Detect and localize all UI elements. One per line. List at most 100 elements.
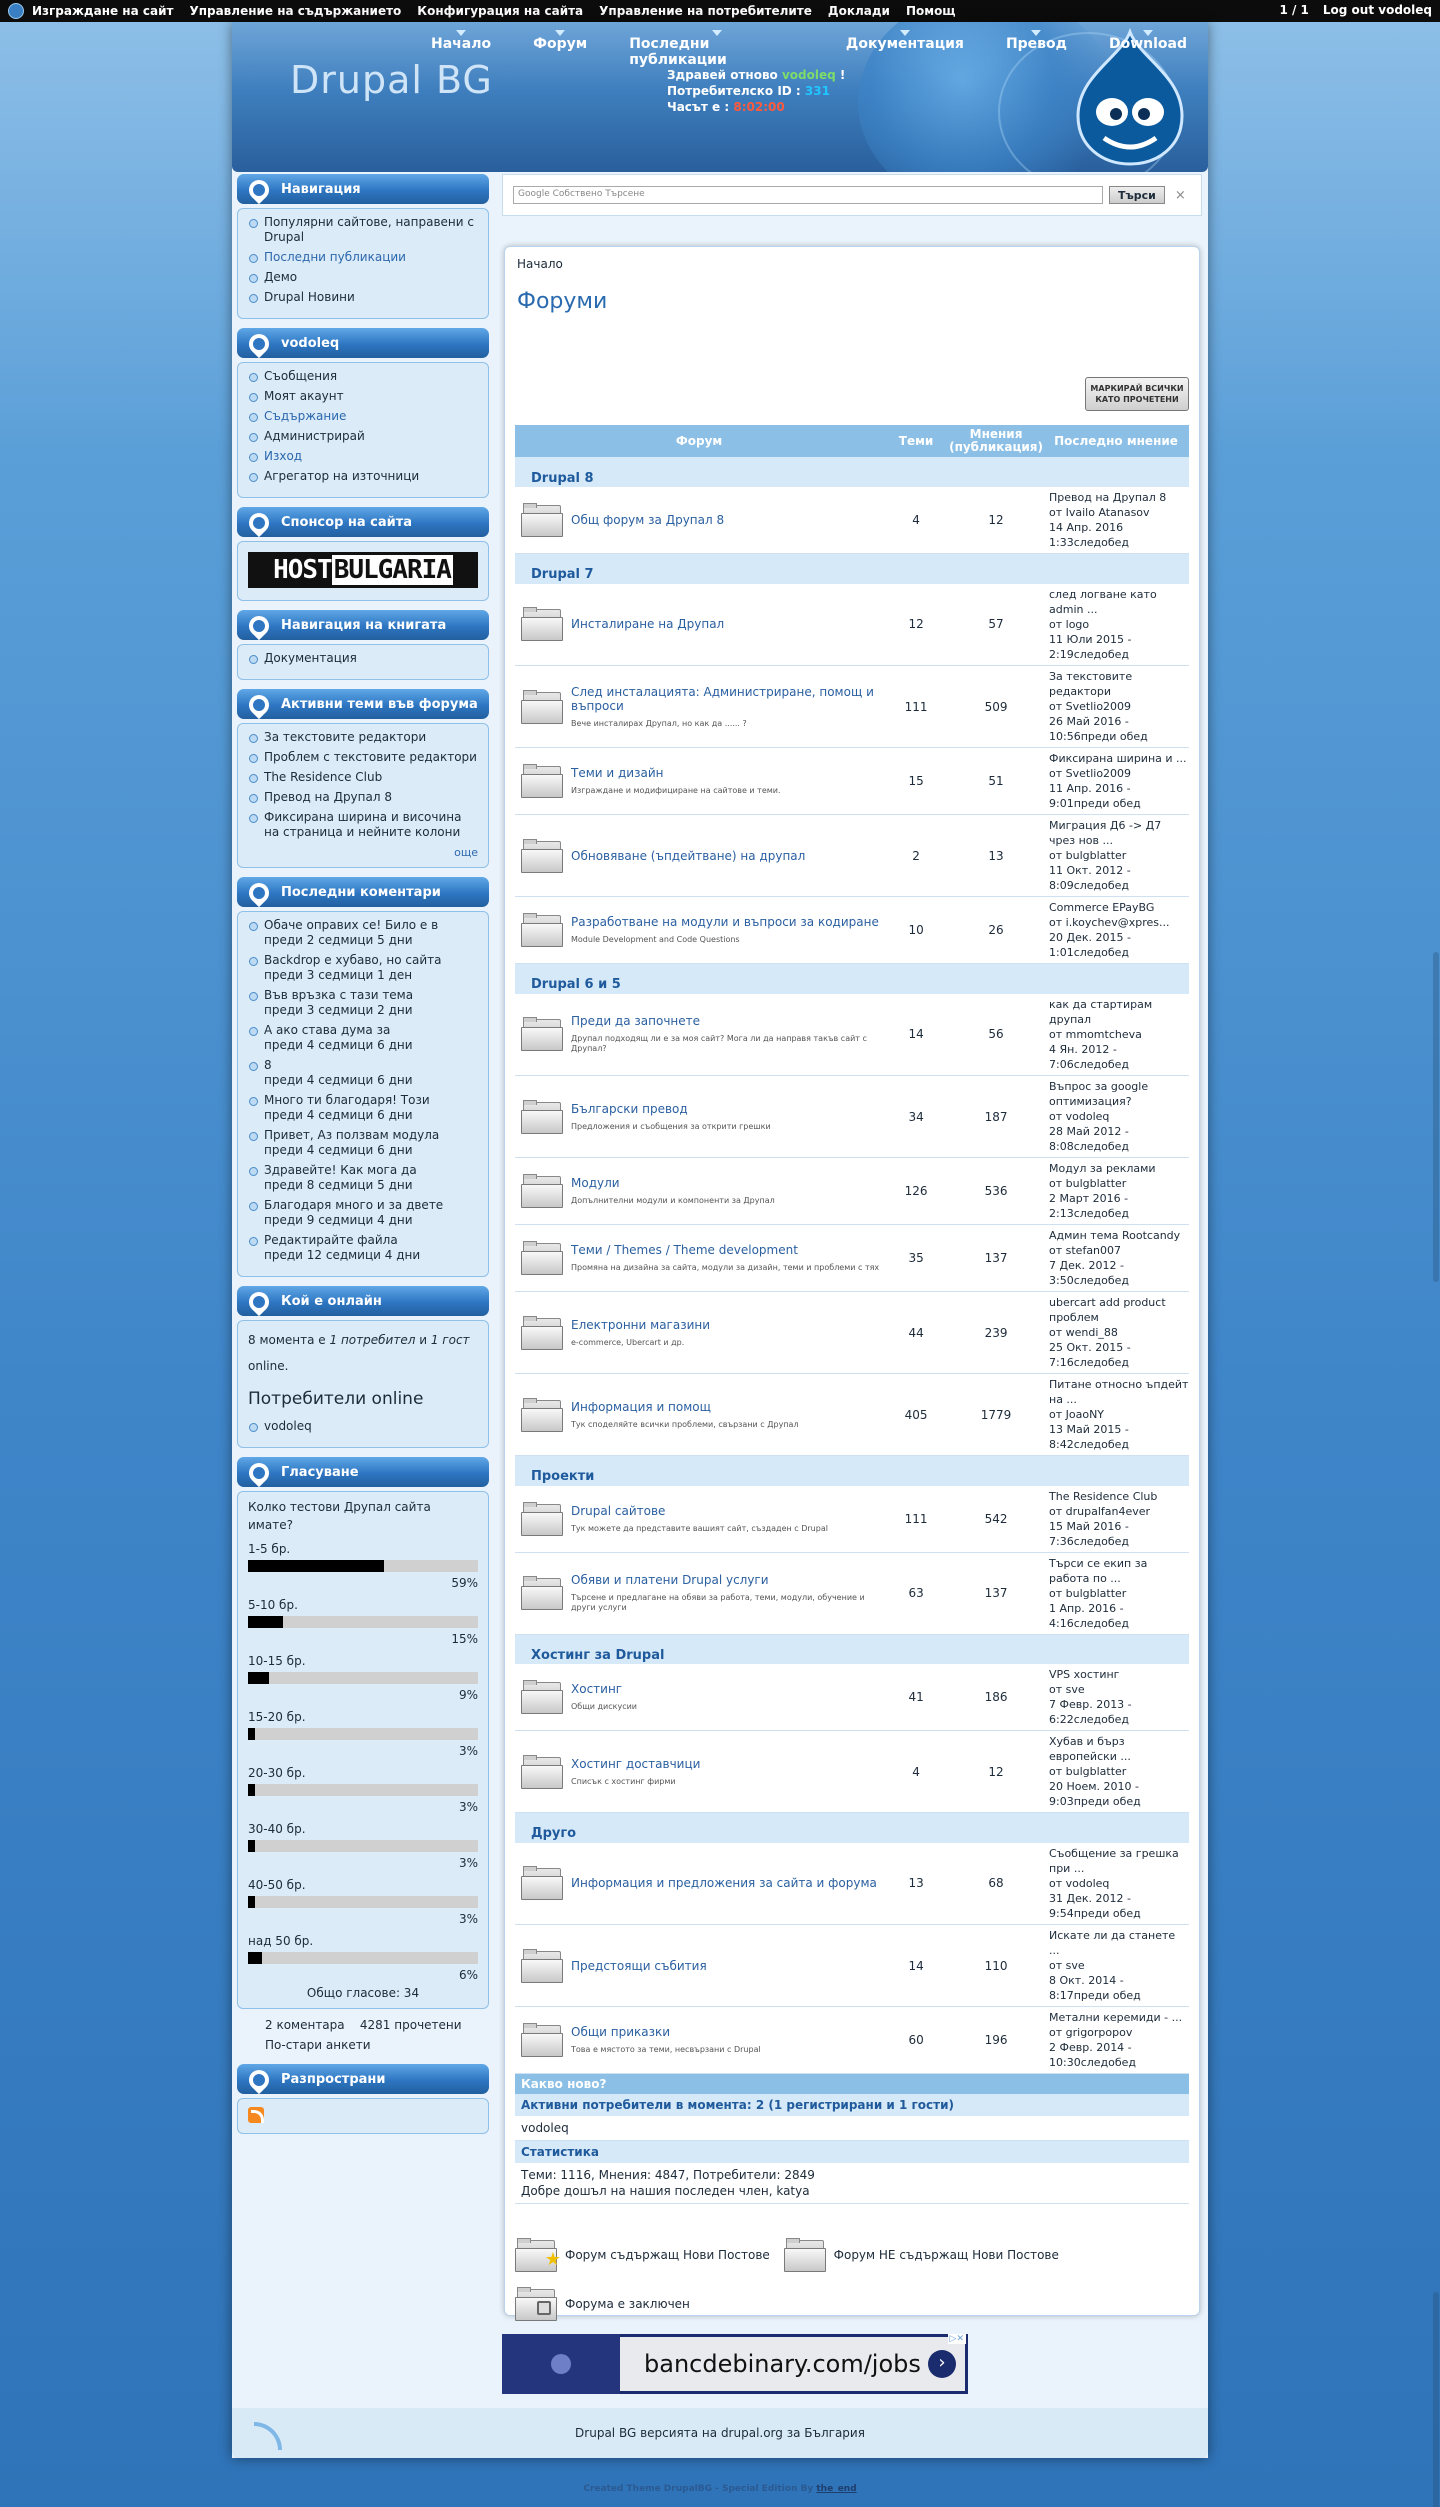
forum-row[interactable]: Информация и предложения за сайта и фору… xyxy=(515,1842,1189,1925)
forum-row[interactable]: Хостинг доставчици Списък с хостинг фирми… xyxy=(515,1730,1189,1813)
list-item[interactable]: Съобщения xyxy=(248,369,478,384)
comment-text[interactable]: Във връзка с тази тема xyxy=(264,988,413,1002)
list-item[interactable]: Демо xyxy=(248,270,478,285)
forum-name[interactable]: Теми / Themes / Theme development xyxy=(571,1243,883,1257)
list-item[interactable]: Съдържание xyxy=(248,409,478,424)
page-scrollbar[interactable] xyxy=(1432,22,1440,2507)
forum-name[interactable]: Обновяване (ъпдейтване) на друпал xyxy=(571,849,883,863)
admin-menu-item[interactable]: Помощ xyxy=(906,4,956,18)
folder-icon[interactable] xyxy=(521,689,563,724)
col-posts[interactable]: Мнения (публикация) xyxy=(949,425,1043,457)
folder-icon[interactable] xyxy=(521,1397,563,1432)
forum-row[interactable]: След инсталацията: Администриране, помощ… xyxy=(515,665,1189,748)
folder-icon[interactable] xyxy=(521,607,563,642)
forum-row[interactable]: Информация и помощ Тук споделяйте всички … xyxy=(515,1373,1189,1456)
forum-name[interactable]: Общи приказки xyxy=(571,2025,883,2039)
admin-menu-item[interactable]: Конфигурация на сайта xyxy=(417,4,583,18)
comment-item[interactable]: Във връзка с тази тема преди 3 седмици 2 … xyxy=(248,988,478,1018)
admin-menu-item[interactable]: Управление на потребителите xyxy=(599,4,812,18)
list-item[interactable]: Документация xyxy=(248,651,478,666)
comment-item[interactable]: Много ти благодаря! Този преди 4 седмици … xyxy=(248,1093,478,1123)
forum-row[interactable]: Теми и дизайн Изграждане и модифициране н… xyxy=(515,747,1189,815)
forum-name[interactable]: Хостинг xyxy=(571,1682,883,1696)
list-item[interactable]: Drupal Новини xyxy=(248,290,478,305)
more-link[interactable]: още xyxy=(248,846,478,859)
category-name[interactable]: Drupal 7 xyxy=(515,553,1189,584)
forum-name[interactable]: Drupal сайтове xyxy=(571,1504,883,1518)
comment-text[interactable]: Обаче оправих се! Било е в xyxy=(264,918,438,932)
admin-menu-item[interactable]: Управление на съдържанието xyxy=(189,4,401,18)
credits-author-link[interactable]: the_end xyxy=(816,2484,856,2494)
last-post-line[interactable]: Търси се екип за xyxy=(1049,1556,1189,1571)
ad-arrow-icon[interactable]: › xyxy=(928,2350,956,2378)
list-item[interactable]: Моят акаунт xyxy=(248,389,478,404)
col-forum[interactable]: Форум xyxy=(515,425,884,457)
comment-text[interactable]: Редактирайте файла xyxy=(264,1233,398,1247)
forum-name[interactable]: Информация и помощ xyxy=(571,1400,883,1414)
forum-row[interactable]: Инсталиране на Друпал 12 57 след логване ка… xyxy=(515,583,1189,666)
active-users-list[interactable]: vodoleq xyxy=(515,2116,1189,2141)
list-item[interactable]: Проблем с текстовите редактори xyxy=(248,750,478,765)
folder-icon[interactable] xyxy=(521,1099,563,1134)
forum-row[interactable]: Хостинг Общи дискусии 41 186 VPS хостинг от s… xyxy=(515,1664,1189,1731)
older-polls-link[interactable]: По-стари анкети xyxy=(265,2038,371,2052)
comment-item[interactable]: 8 преди 4 седмици 6 дни xyxy=(248,1058,478,1088)
col-last-post[interactable]: Последно мнение xyxy=(1043,425,1189,457)
forum-name[interactable]: Теми и дизайн xyxy=(571,766,883,780)
folder-icon[interactable] xyxy=(521,913,563,947)
last-post-line[interactable]: VPS хостинг xyxy=(1049,1667,1189,1682)
forum-name[interactable]: Предстоящи събития xyxy=(571,1959,883,1973)
forum-row[interactable]: Преди да започнете Друпал подходящ ли е з… xyxy=(515,993,1189,1076)
folder-icon[interactable] xyxy=(521,1315,563,1350)
last-post-line[interactable]: Съобщение за грешка xyxy=(1049,1846,1189,1861)
forum-row[interactable]: Теми / Themes / Theme development Промяна… xyxy=(515,1224,1189,1292)
list-item[interactable]: Администрирай xyxy=(248,429,478,444)
list-item[interactable]: Агрегатор на източници xyxy=(248,469,478,484)
comment-text[interactable]: Много ти благодаря! Този xyxy=(264,1093,430,1107)
logout-link[interactable]: Log out vodoleq xyxy=(1323,3,1432,17)
forum-row[interactable]: Обяви и платени Drupal услуги Търсене и п… xyxy=(515,1552,1189,1635)
ad-text[interactable]: bancdebinary.com/jobs xyxy=(620,2337,965,2391)
folder-icon[interactable] xyxy=(521,1241,563,1275)
comment-text[interactable]: А ако става дума за xyxy=(264,1023,390,1037)
category-name[interactable]: Друго xyxy=(515,1812,1189,1843)
nav-item[interactable]: Превод xyxy=(985,30,1088,68)
forum-row[interactable]: Разработване на модули и въпроси за коди… xyxy=(515,896,1189,964)
list-item[interactable]: За текстовите редактори xyxy=(248,730,478,745)
list-item[interactable]: Последни публикации xyxy=(248,250,478,265)
forum-name[interactable]: Обяви и платени Drupal услуги xyxy=(571,1573,883,1587)
rss-icon[interactable] xyxy=(254,2422,282,2450)
comment-item[interactable]: Привет, Аз ползвам модула преди 4 седмици… xyxy=(248,1128,478,1158)
folder-icon[interactable] xyxy=(521,1174,563,1208)
folder-icon[interactable] xyxy=(521,1948,563,1983)
category-name[interactable]: Drupal 8 xyxy=(515,457,1189,487)
folder-icon[interactable] xyxy=(521,838,563,873)
nav-item[interactable]: Форум xyxy=(512,30,608,68)
forum-name[interactable]: Преди да започнете xyxy=(571,1014,883,1028)
forum-row[interactable]: Общ форум за Друпал 8 4 12 Превод на Друпал… xyxy=(515,487,1189,554)
folder-icon[interactable] xyxy=(521,503,563,537)
forum-name[interactable]: Електронни магазини xyxy=(571,1318,883,1332)
nav-item[interactable]: Документация xyxy=(825,30,985,68)
list-item[interactable]: Популярни сайтове, направени с Drupal xyxy=(248,215,478,245)
forum-name[interactable]: Разработване на модули и въпроси за коди… xyxy=(571,915,883,929)
last-post-line[interactable]: Въпрос за google xyxy=(1049,1079,1189,1094)
search-button[interactable]: Търси xyxy=(1109,186,1165,204)
nav-item[interactable]: Последни публикации xyxy=(608,30,825,68)
drupal-icon[interactable] xyxy=(8,3,24,19)
last-post-line[interactable]: Метални керемиди - ... xyxy=(1049,2010,1189,2025)
folder-icon[interactable] xyxy=(521,1017,563,1052)
forum-row[interactable]: Електронни магазини e-commerce, Ubercart … xyxy=(515,1291,1189,1374)
scrollbar-thumb[interactable] xyxy=(1433,952,1439,1282)
breadcrumb[interactable]: Начало xyxy=(517,257,1187,271)
forum-name[interactable]: Общ форум за Друпал 8 xyxy=(571,513,883,527)
list-item[interactable]: vodoleq xyxy=(248,1419,478,1434)
comment-item[interactable]: Backdrop е хубаво, но сайта преди 3 седми… xyxy=(248,953,478,983)
folder-icon[interactable] xyxy=(521,2023,563,2057)
comment-text[interactable]: 8 xyxy=(264,1058,272,1072)
forum-row[interactable]: Предстоящи събития 14 110 Искате ли да стан… xyxy=(515,1924,1189,2007)
forum-name[interactable]: Български превод xyxy=(571,1102,883,1116)
nav-item[interactable]: Начало xyxy=(410,30,512,68)
forum-name[interactable]: Информация и предложения за сайта и фору… xyxy=(571,1876,883,1890)
rss-feed-icon[interactable] xyxy=(248,2107,264,2123)
